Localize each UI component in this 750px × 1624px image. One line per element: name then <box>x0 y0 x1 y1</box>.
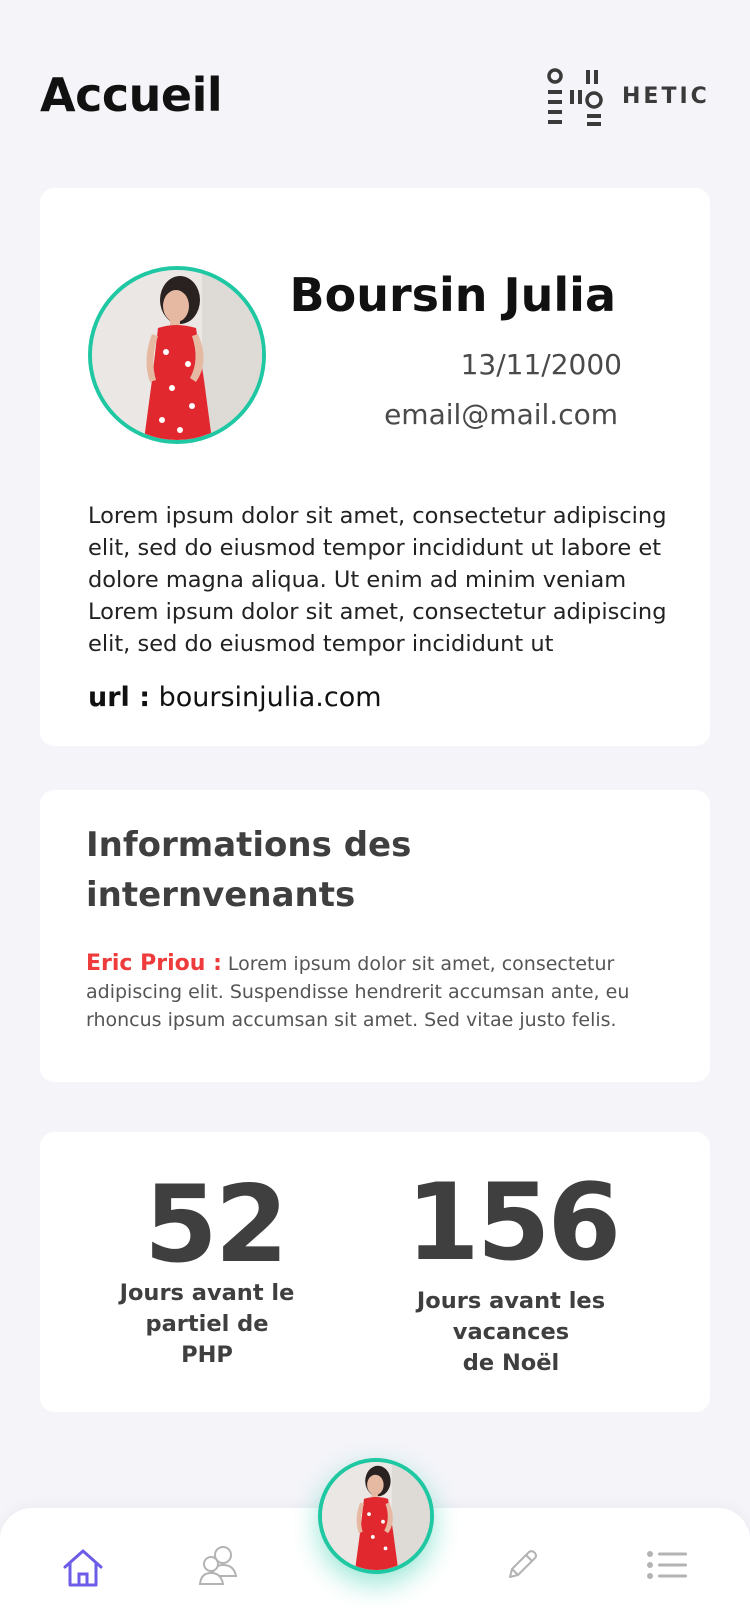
speaker-entry: Eric Priou : Lorem ipsum dolor sit amet,… <box>86 950 646 1034</box>
speaker-name: Eric Priou : <box>86 951 222 976</box>
countdown-label-holidays-line3: de Noël <box>462 1350 560 1376</box>
avatar[interactable] <box>88 266 266 444</box>
page-title: Accueil <box>40 68 223 122</box>
url-label: url : <box>88 682 150 713</box>
speakers-card: Informations des internvenants Eric Prio… <box>40 790 710 1082</box>
home-icon[interactable] <box>62 1548 104 1592</box>
profile-name: Boursin Julia <box>289 268 616 322</box>
countdown-label-exam: Jours avant le partiel de PHP <box>102 1278 312 1371</box>
profile-bio: Lorem ipsum dolor sit amet, consectetur … <box>88 503 667 657</box>
countdown-label-exam-line2: partiel de <box>145 1311 269 1337</box>
profile-email: email@mail.com <box>384 398 618 431</box>
avatar-photo-small <box>322 1462 430 1570</box>
countdown-value-holidays: 156 <box>406 1161 621 1284</box>
countdown-card: 52 Jours avant le partiel de PHP 156 Jou… <box>40 1132 710 1412</box>
profile-url-row: url : boursinjulia.com <box>88 682 382 713</box>
profile-card: Boursin Julia 13/11/2000 email@mail.com … <box>40 188 710 746</box>
avatar-photo <box>92 270 262 440</box>
url-link[interactable]: boursinjulia.com <box>159 682 382 713</box>
logo-mark-icon <box>547 68 603 126</box>
countdown-label-holidays-line2: vacances <box>452 1319 570 1345</box>
countdown-label-exam-line1: Jours avant le <box>119 1280 295 1306</box>
pencil-icon[interactable] <box>505 1548 539 1586</box>
speakers-title: Informations des internvenants <box>86 825 412 915</box>
profile-birthdate: 13/11/2000 <box>460 348 622 381</box>
logo-text: HETIC <box>622 84 710 109</box>
users-icon[interactable] <box>198 1544 238 1590</box>
list-icon[interactable] <box>646 1550 688 1584</box>
hetic-logo: HETIC <box>546 68 716 130</box>
countdown-label-holidays-line1: Jours avant les <box>416 1288 606 1314</box>
countdown-value-exam: 52 <box>144 1163 289 1286</box>
countdown-label-exam-line3: PHP <box>181 1342 233 1368</box>
countdown-label-holidays: Jours avant les vacances de Noël <box>416 1286 606 1379</box>
nav-profile-avatar[interactable] <box>318 1458 434 1574</box>
